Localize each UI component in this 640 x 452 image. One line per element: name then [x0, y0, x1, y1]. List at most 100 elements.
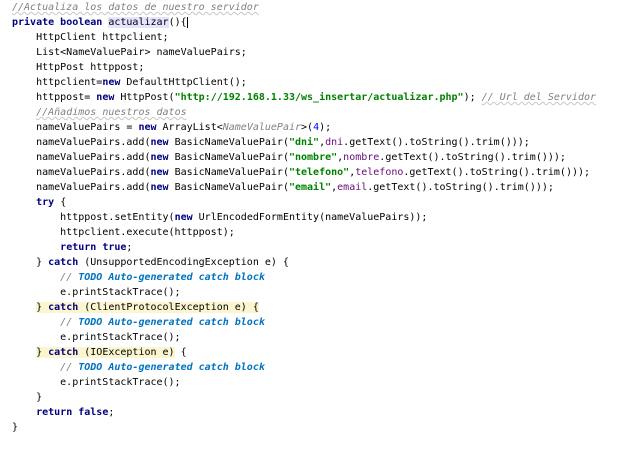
code-token: BasicNameValuePair( [174, 182, 289, 193]
code-line[interactable]: nameValuePairs = new ArrayList<NameValue… [12, 120, 640, 135]
code-token: new [96, 92, 121, 103]
code-token: new [138, 122, 163, 133]
code-token: .getText().toString().trim())); [343, 137, 530, 148]
code-token: { [174, 347, 187, 358]
code-token: .getText().toString().trim())); [379, 152, 566, 163]
code-token: new [150, 137, 175, 148]
code-line[interactable]: return false; [12, 405, 640, 420]
code-line[interactable]: List<NameValuePair> nameValuePairs; [12, 45, 640, 60]
code-token: } [12, 422, 19, 433]
code-line[interactable]: return true; [12, 240, 640, 255]
code-token: // [60, 272, 79, 283]
code-line[interactable]: httppost= new HttpPost("http://192.168.1… [12, 90, 640, 105]
code-token: (UnsupportedEncodingException e) { [84, 257, 289, 268]
code-line[interactable]: e.printStackTrace(); [12, 375, 640, 390]
code-line[interactable]: httpclient.execute(httppost); [12, 225, 640, 240]
code-token: (){ [168, 17, 188, 28]
code-line[interactable]: try { [12, 195, 640, 210]
code-token: catch [48, 302, 85, 313]
code-token: BasicNameValuePair( [174, 167, 289, 178]
code-token: new [150, 152, 175, 163]
code-editor[interactable]: //Actualiza los datos de nuestro servido… [0, 0, 640, 452]
code-line[interactable]: } catch (ClientProtocolException e) { [12, 300, 640, 315]
code-token: ; [108, 407, 115, 418]
code-line[interactable]: } [12, 390, 640, 405]
code-token: e.printStackTrace(); [12, 332, 181, 343]
code-token: catch [48, 347, 85, 358]
code-line[interactable]: nameValuePairs.add(new BasicNameValuePai… [12, 165, 640, 180]
code-line[interactable]: private boolean actualizar(){ [12, 15, 640, 30]
code-line[interactable]: //Actualiza los datos de nuestro servido… [12, 0, 640, 15]
code-line[interactable]: nameValuePairs.add(new BasicNameValuePai… [12, 150, 640, 165]
code-line[interactable]: e.printStackTrace(); [12, 330, 640, 345]
code-token: nombre [343, 152, 380, 163]
code-token: (ClientProtocolException e) { [84, 302, 259, 313]
code-line[interactable]: } catch (UnsupportedEncodingException e)… [12, 255, 640, 270]
code-token: } [12, 257, 49, 268]
code-token: private [12, 17, 61, 28]
code-token: { [60, 197, 67, 208]
code-token: >( [301, 122, 314, 133]
code-token: TODO Auto-generated catch block [78, 362, 265, 373]
code-token: // [60, 362, 79, 373]
code-token: nameValuePairs.add( [12, 167, 151, 178]
code-line[interactable]: nameValuePairs.add(new BasicNameValuePai… [12, 180, 640, 195]
code-line[interactable]: } catch (IOException e) { [12, 345, 640, 360]
code-token: TODO Auto-generated catch block [78, 272, 265, 283]
code-token: nameValuePairs.add( [12, 137, 151, 148]
code-token: false [78, 407, 109, 418]
code-token: e.printStackTrace(); [12, 287, 181, 298]
code-token: //Actualiza los datos de nuestro servido… [12, 2, 259, 13]
code-token: email [337, 182, 368, 193]
code-token: nameValuePairs.add( [12, 152, 151, 163]
code-line[interactable]: // TODO Auto-generated catch block [12, 360, 640, 375]
code-line[interactable]: HttpClient httpclient; [12, 30, 640, 45]
code-token: "telefono" [288, 167, 350, 178]
code-token: // [60, 317, 79, 328]
code-line[interactable]: httpclient=new DefaultHttpClient(); [12, 75, 640, 90]
code-token: new [102, 77, 127, 88]
code-line[interactable]: HttpPost httppost; [12, 60, 640, 75]
code-token: actualizar [108, 17, 169, 28]
code-token: .getText().toString().trim())); [403, 167, 591, 178]
code-token: boolean [60, 17, 109, 28]
code-line[interactable]: httppost.setEntity(new UrlEncodedFormEnt… [12, 210, 640, 225]
code-line[interactable]: // TODO Auto-generated catch block [12, 315, 640, 330]
code-token: new [150, 182, 175, 193]
code-token: HttpClient httpclient; [12, 32, 169, 43]
code-token: "dni" [288, 137, 320, 148]
code-token: nameValuePairs = [12, 122, 139, 133]
code-line[interactable]: e.printStackTrace(); [12, 285, 640, 300]
code-token: ); [463, 92, 482, 103]
code-token: httpclient= [12, 77, 103, 88]
code-token: HttpPost( [120, 92, 175, 103]
code-token: BasicNameValuePair( [174, 137, 289, 148]
code-token: new [150, 167, 175, 178]
code-token: true [102, 242, 127, 253]
code-token: try [36, 197, 61, 208]
code-token: } [12, 392, 43, 403]
code-token: .getText().toString().trim())); [367, 182, 554, 193]
code-token: return [36, 407, 79, 418]
code-token: "nombre" [288, 152, 338, 163]
code-token: } [36, 302, 49, 313]
code-token: (IOException e) [84, 347, 175, 358]
code-line[interactable]: nameValuePairs.add(new BasicNameValuePai… [12, 135, 640, 150]
code-line[interactable]: } [12, 420, 640, 435]
code-token: // Url del Servidor [481, 92, 597, 103]
code-token: TODO Auto-generated catch block [78, 317, 265, 328]
code-token: HttpPost httppost; [12, 62, 145, 73]
code-token: BasicNameValuePair( [174, 152, 289, 163]
code-line[interactable]: // TODO Auto-generated catch block [12, 270, 640, 285]
code-token: return [60, 242, 103, 253]
code-line[interactable]: //Añadimos nuestros datos [12, 105, 640, 120]
code-token: UrlEncodedFormEntity(nameValuePairs)); [198, 212, 428, 223]
code-token: //Añadimos nuestros datos [36, 107, 187, 118]
